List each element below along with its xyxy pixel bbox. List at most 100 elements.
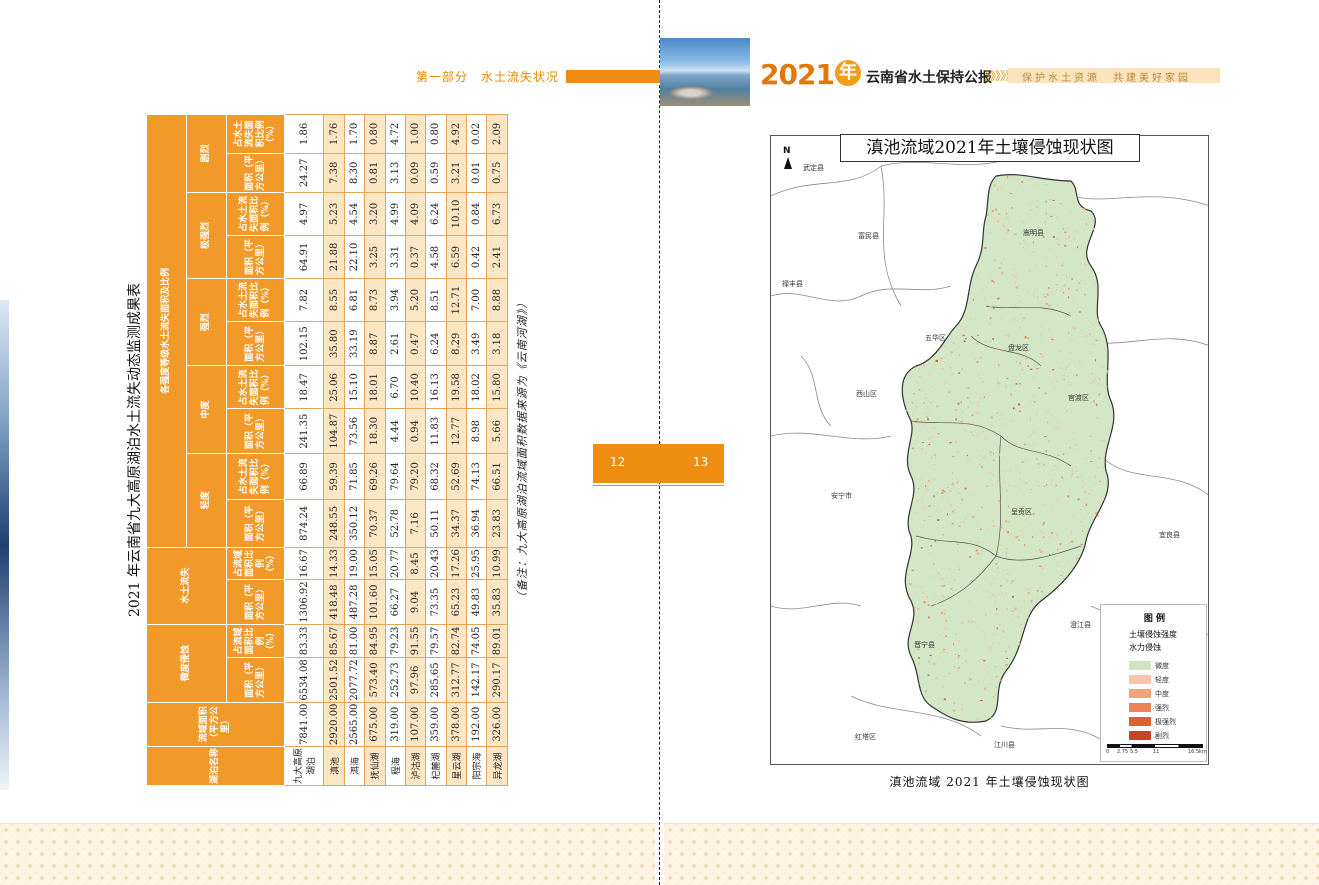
header-area: 面积（平方公里） (226, 579, 285, 625)
lake-name-cell: 异龙湖 (486, 746, 508, 786)
erosion-speck (957, 657, 959, 659)
data-cell: 3.31 (385, 235, 406, 279)
erosion-speck (972, 635, 974, 638)
erosion-speck (1005, 520, 1008, 523)
erosion-speck (942, 710, 944, 713)
erosion-speck (942, 585, 946, 587)
erosion-speck (930, 628, 933, 630)
erosion-speck (1076, 558, 1078, 561)
erosion-speck (1061, 476, 1063, 478)
erosion-speck (1034, 364, 1036, 367)
erosion-speck (982, 314, 985, 316)
erosion-speck (1037, 463, 1040, 465)
erosion-speck (953, 702, 956, 705)
erosion-speck (958, 640, 961, 643)
erosion-speck (1006, 377, 1009, 379)
header-area: 面积（平方公里） (226, 657, 285, 703)
erosion-speck (1030, 433, 1032, 436)
erosion-speck (1038, 387, 1040, 389)
erosion-speck (1011, 207, 1013, 209)
erosion-speck (918, 389, 921, 391)
erosion-speck (956, 451, 959, 453)
erosion-speck (1067, 576, 1069, 579)
erosion-speck (1054, 426, 1057, 429)
erosion-speck (976, 361, 979, 363)
erosion-speck (1050, 215, 1053, 217)
data-cell: 74.13 (466, 453, 487, 500)
data-cell: 326.00 (486, 702, 508, 747)
erosion-speck (1026, 291, 1028, 294)
erosion-speck (960, 708, 963, 710)
erosion-speck (995, 208, 997, 211)
erosion-speck (1016, 357, 1018, 359)
header-area: 面积（平方公里） (226, 408, 285, 454)
erosion-speck (919, 375, 922, 378)
section-title: 第一部分 水土流失状况 (416, 70, 560, 84)
erosion-speck (946, 577, 948, 579)
legend-swatch (1129, 661, 1151, 670)
erosion-speck (1011, 231, 1013, 233)
legend-swatch (1129, 731, 1151, 740)
erosion-speck (926, 488, 929, 490)
erosion-speck (1018, 410, 1021, 413)
erosion-speck (1014, 275, 1017, 278)
map-legend: 图 例 土壤侵蚀强度 水力侵蚀 微度 轻度 中度 强烈 极强烈 剧烈 (1100, 604, 1207, 762)
erosion-speck (1001, 591, 1003, 594)
erosion-speck (1062, 478, 1064, 481)
erosion-speck (1071, 541, 1074, 543)
data-cell: 319.00 (385, 702, 406, 747)
erosion-speck (923, 364, 925, 367)
data-cell: 2077.72 (344, 657, 365, 703)
erosion-speck (975, 549, 978, 552)
erosion-speck (999, 501, 1001, 503)
erosion-speck (933, 574, 935, 576)
erosion-speck (1028, 617, 1030, 619)
erosion-speck (1078, 311, 1082, 313)
erosion-speck (943, 609, 946, 611)
header-area: 面积（平方公里） (226, 235, 285, 279)
erosion-speck (1081, 307, 1084, 309)
erosion-speck (1005, 227, 1007, 229)
data-cell: 36.94 (466, 499, 487, 548)
erosion-speck (1012, 407, 1015, 410)
erosion-speck (1048, 535, 1050, 537)
data-cell: 6.24 (425, 192, 447, 236)
data-cell: 1.70 (344, 114, 365, 154)
erosion-speck (1042, 293, 1045, 296)
erosion-speck (954, 402, 957, 404)
erosion-speck (930, 401, 932, 404)
erosion-speck (993, 696, 994, 698)
erosion-speck (973, 421, 975, 423)
erosion-speck (1085, 503, 1087, 506)
erosion-speck (1020, 624, 1022, 625)
erosion-speck (995, 693, 998, 696)
erosion-speck (1044, 392, 1047, 394)
erosion-speck (1044, 543, 1046, 545)
erosion-speck (997, 448, 999, 451)
erosion-speck (1008, 446, 1010, 448)
erosion-speck (911, 413, 914, 415)
erosion-speck (958, 372, 960, 374)
erosion-speck (1004, 334, 1007, 337)
erosion-speck (1102, 367, 1105, 369)
erosion-speck (962, 334, 965, 337)
erosion-speck (1042, 531, 1045, 534)
erosion-speck (997, 364, 1000, 366)
erosion-speck (998, 267, 1001, 269)
erosion-speck (976, 434, 979, 436)
erosion-speck (1031, 489, 1032, 491)
erosion-speck (1007, 176, 1009, 179)
data-cell: 81.00 (344, 624, 365, 658)
erosion-speck (1070, 240, 1072, 242)
erosion-speck (997, 377, 999, 380)
erosion-speck (1034, 540, 1036, 542)
erosion-speck (943, 490, 946, 493)
erosion-speck (1089, 333, 1091, 336)
table-row: 异龙湖 326.00 290.17 89.01 35.83 10.99 23.83 66.51… (486, 114, 508, 786)
data-cell: 23.83 (486, 499, 508, 548)
erosion-speck (1056, 238, 1059, 240)
erosion-speck (1023, 243, 1026, 245)
header-moderate: 中度 (186, 365, 227, 454)
erosion-speck (955, 593, 957, 595)
data-cell: 102.15 (284, 321, 324, 366)
